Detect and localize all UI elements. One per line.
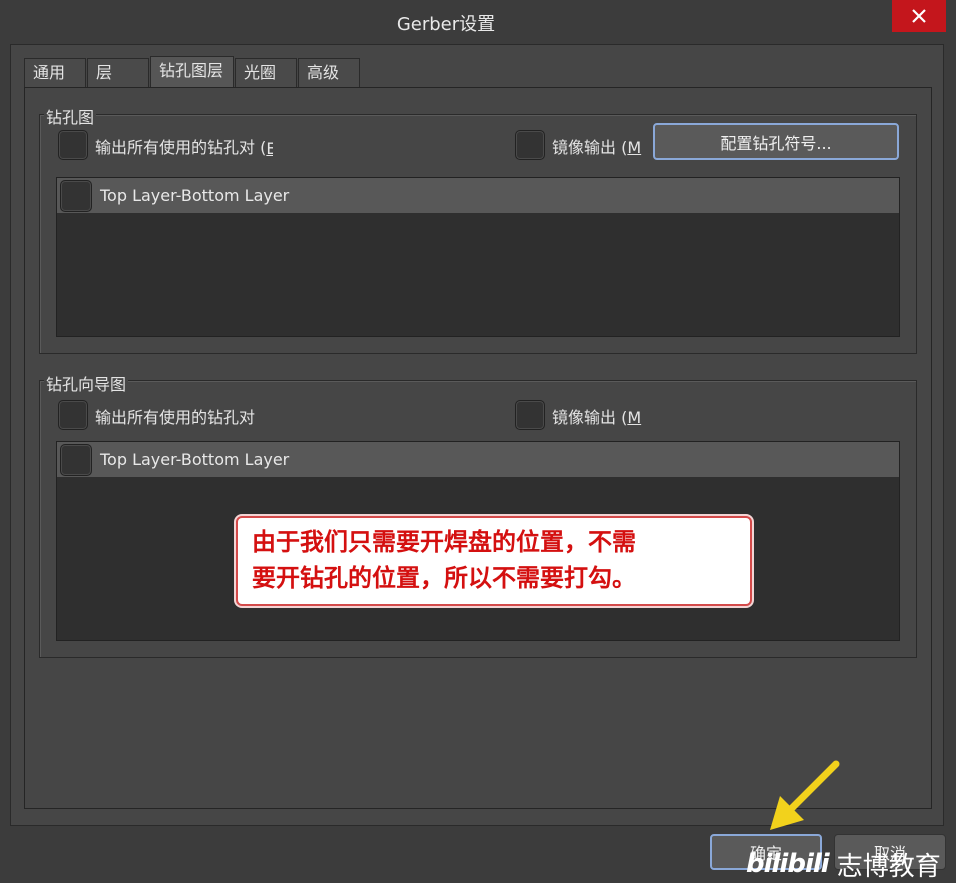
annotation-line-1: 由于我们只需要开焊盘的位置，不需 [252,527,636,556]
guide-layer-pair-label: Top Layer-Bottom Layer [100,450,290,469]
arrow-icon [770,760,840,830]
drill-drawing-group-label: 钻孔图 [44,104,97,128]
list-item[interactable]: Top Layer-Bottom Layer [57,178,899,213]
watermark: bilibili 志博教育 [746,846,952,882]
configure-drill-symbols-button[interactable]: 配置钻孔符号... [653,123,899,160]
annotation-callout: 由于我们只需要开焊盘的位置，不需 要开钻孔的位置，所以不需要打勾。 [236,516,752,606]
mirror-output-label: 镜像输出 (M [552,138,642,157]
list-item[interactable]: Top Layer-Bottom Layer [57,442,899,477]
guide-layer-pair-checkbox[interactable] [60,443,92,476]
annotation-line-2: 要开钻孔的位置，所以不需要打勾。 [252,563,636,592]
bilibili-logo: bilibili [746,849,830,879]
layer-pair-checkbox[interactable] [60,179,92,212]
tab-advanced[interactable]: 高级 [298,58,360,88]
output-all-drill-pairs-checkbox[interactable] [58,130,88,160]
layer-pair-label: Top Layer-Bottom Layer [100,186,290,205]
close-icon [912,9,926,23]
guide-mirror-output-label: 镜像输出 (M [552,408,642,427]
drill-pairs-list: Top Layer-Bottom Layer [56,177,900,337]
guide-output-all-drill-pairs-checkbox[interactable] [58,400,88,430]
mirror-output-checkbox[interactable] [515,130,545,160]
guide-mirror-output-checkbox[interactable] [515,400,545,430]
tab-layers[interactable]: 层 [87,58,149,88]
close-button[interactable] [892,0,946,32]
guide-output-all-drill-pairs-label: 输出所有使用的钻孔对 [95,408,256,427]
watermark-brand: 志博教育 [836,851,941,882]
tab-drill-drawing[interactable]: 钻孔图层 [150,56,234,88]
output-all-drill-pairs-label: 输出所有使用的钻孔对 (E [95,138,274,158]
window-title: Gerber设置 [396,14,496,35]
drill-guide-group-label: 钻孔向导图 [44,371,129,395]
tab-general[interactable]: 通用 [24,58,86,88]
tab-apertures[interactable]: 光圈 [235,58,297,88]
